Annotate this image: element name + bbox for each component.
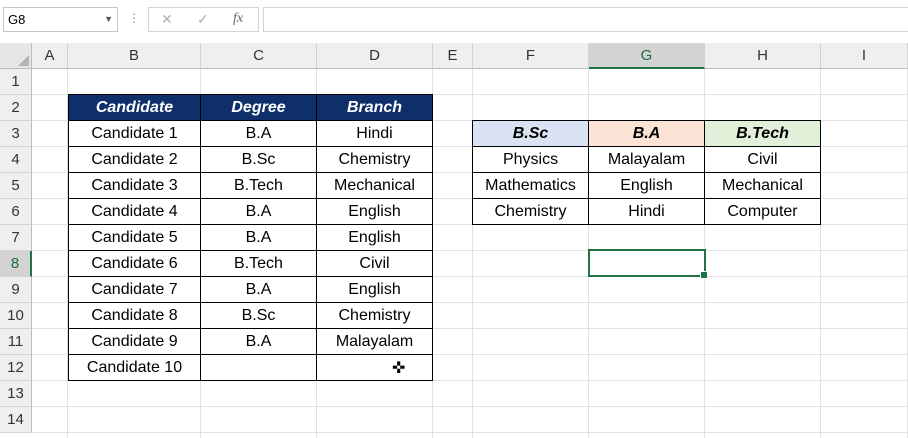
table1-cell[interactable]: B.A [200, 224, 317, 251]
table1-header-cell[interactable]: Degree [200, 94, 317, 121]
table2-cell[interactable]: Mathematics [472, 172, 589, 199]
table2-cell[interactable]: Hindi [588, 198, 705, 225]
column-header-h[interactable]: H [705, 43, 821, 69]
insert-function-icon[interactable]: fx [233, 11, 243, 27]
table1-cell[interactable]: Candidate 6 [68, 250, 201, 277]
column-header-f[interactable]: F [473, 43, 589, 69]
formula-bar: G8 ▼ ⋮ ✕ ✓ fx [0, 0, 908, 43]
table2-cell[interactable]: Mechanical [704, 172, 821, 199]
table2-cell[interactable]: Chemistry [472, 198, 589, 225]
table1-cell[interactable]: Candidate 5 [68, 224, 201, 251]
table1-cell[interactable]: Candidate 9 [68, 328, 201, 355]
table1-cell[interactable]: B.Tech [200, 250, 317, 277]
table1-cell[interactable]: B.A [200, 120, 317, 147]
cancel-icon[interactable]: ✕ [161, 11, 173, 28]
enter-icon[interactable]: ✓ [197, 11, 209, 28]
table1-cell[interactable] [200, 354, 317, 381]
table1-header-cell[interactable]: Candidate [68, 94, 201, 121]
active-cell-g8[interactable] [588, 249, 708, 279]
table1-cell[interactable]: B.A [200, 328, 317, 355]
table1-cell[interactable]: Mechanical [316, 172, 433, 199]
row-header-8[interactable]: 8 [0, 251, 32, 277]
chevron-down-icon[interactable]: ▼ [104, 8, 113, 31]
table2-cell[interactable]: Physics [472, 146, 589, 173]
table1-cell[interactable]: Candidate 10 [68, 354, 201, 381]
row-header-14[interactable]: 14 [0, 407, 32, 433]
formula-buttons: ✕ ✓ fx [148, 7, 259, 32]
table1-cell[interactable]: Candidate 8 [68, 302, 201, 329]
table1-cell[interactable]: Malayalam [316, 328, 433, 355]
row-header-9[interactable]: 9 [0, 277, 32, 303]
table2-header-cell[interactable]: B.A [588, 120, 705, 147]
column-header-c[interactable]: C [201, 43, 317, 69]
table2-cell[interactable]: English [588, 172, 705, 199]
table1-cell[interactable]: B.A [200, 198, 317, 225]
table1-cell[interactable]: B.Tech [200, 172, 317, 199]
row-header-1[interactable]: 1 [0, 69, 32, 95]
more-options-icon[interactable]: ⋮ [128, 11, 140, 25]
row-header-7[interactable]: 7 [0, 225, 32, 251]
gridline [32, 406, 908, 407]
table1-cell[interactable] [316, 354, 433, 381]
cell-cursor-icon: ✜ [392, 360, 406, 377]
column-header-g[interactable]: G [589, 43, 705, 69]
table2-header-cell[interactable]: B.Tech [704, 120, 821, 147]
row-header-11[interactable]: 11 [0, 329, 32, 355]
table1-header-cell[interactable]: Branch [316, 94, 433, 121]
table1-cell[interactable]: Chemistry [316, 146, 433, 173]
row-header-12[interactable]: 12 [0, 355, 32, 381]
column-header-d[interactable]: D [317, 43, 433, 69]
row-header-5[interactable]: 5 [0, 173, 32, 199]
table2-cell[interactable]: Computer [704, 198, 821, 225]
table1-cell[interactable]: Candidate 3 [68, 172, 201, 199]
table1-cell[interactable]: B.Sc [200, 302, 317, 329]
column-header-a[interactable]: A [32, 43, 68, 69]
table1-cell[interactable]: Candidate 2 [68, 146, 201, 173]
row-header-10[interactable]: 10 [0, 303, 32, 329]
name-box[interactable]: G8 ▼ [3, 7, 118, 32]
table1-cell[interactable]: Hindi [316, 120, 433, 147]
table1-cell[interactable]: Civil [316, 250, 433, 277]
gridline [32, 432, 908, 433]
column-header-e[interactable]: E [433, 43, 473, 69]
table1-cell[interactable]: English [316, 198, 433, 225]
column-header-b[interactable]: B [68, 43, 201, 69]
row-header-4[interactable]: 4 [0, 147, 32, 173]
table2-cell[interactable]: Civil [704, 146, 821, 173]
fill-handle[interactable] [700, 271, 708, 279]
row-header-2[interactable]: 2 [0, 95, 32, 121]
table1-cell[interactable]: B.Sc [200, 146, 317, 173]
table1-cell[interactable]: Candidate 7 [68, 276, 201, 303]
table1-cell[interactable]: B.A [200, 276, 317, 303]
table1-cell[interactable]: Candidate 4 [68, 198, 201, 225]
row-header-3[interactable]: 3 [0, 121, 32, 147]
table1-cell[interactable]: Chemistry [316, 302, 433, 329]
table2-cell[interactable]: Malayalam [588, 146, 705, 173]
select-all-button[interactable] [0, 43, 32, 69]
table1-cell[interactable]: Candidate 1 [68, 120, 201, 147]
select-all-icon [18, 55, 29, 66]
column-header-i[interactable]: I [821, 43, 908, 69]
formula-input[interactable] [263, 7, 908, 32]
name-box-value: G8 [8, 12, 26, 27]
table1-cell[interactable]: English [316, 276, 433, 303]
table2-header-cell[interactable]: B.Sc [472, 120, 589, 147]
table1-cell[interactable]: English [316, 224, 433, 251]
row-header-6[interactable]: 6 [0, 199, 32, 225]
row-header-13[interactable]: 13 [0, 381, 32, 407]
